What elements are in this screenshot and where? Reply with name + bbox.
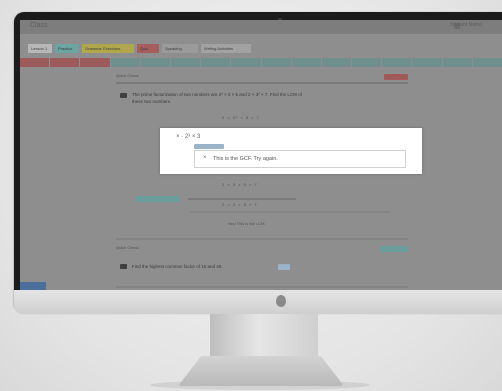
progress-segment[interactable] — [291, 58, 321, 67]
check-answer-button[interactable] — [136, 196, 180, 202]
tab-grammar[interactable]: Grammar Exercises — [82, 44, 134, 53]
progress-segment[interactable] — [80, 58, 110, 67]
divider — [116, 238, 408, 240]
app-title: Class — [30, 22, 48, 29]
progress-segment[interactable] — [201, 58, 231, 67]
tab-lesson[interactable]: Lesson 1 — [28, 44, 52, 53]
tab-writing[interactable]: Writing Activities — [201, 44, 251, 53]
tab-quiz[interactable]: Quiz — [137, 44, 159, 53]
tab-speaking[interactable]: Speaking — [162, 44, 198, 53]
apple-logo-icon — [276, 295, 286, 307]
progress-segment[interactable] — [20, 58, 50, 67]
feedback-message: This is the GCF. Try again. — [213, 156, 278, 162]
answer-badge — [194, 144, 224, 149]
progress-segment[interactable] — [50, 58, 80, 67]
person-icon — [120, 93, 127, 98]
progress-segment[interactable] — [140, 58, 170, 67]
footer-button[interactable] — [20, 282, 46, 290]
question2-text: Find the highest common factor of 15 and… — [132, 264, 223, 269]
question-text: The prime factorization of two numbers a… — [132, 92, 302, 104]
feedback-box: × This is the GCF. Try again. — [194, 150, 406, 168]
correct-feedback: Yes! This is the LCM. — [228, 221, 266, 226]
progress-track — [20, 58, 502, 67]
monitor-stand-foot — [178, 356, 344, 386]
divider — [190, 211, 390, 213]
answer-option-b[interactable]: 2 × 3 × 5 × 7 — [222, 182, 258, 187]
answer-option-c[interactable]: 2 × 3 × 5 × 7 — [222, 202, 258, 207]
flag-badge[interactable] — [384, 74, 408, 80]
person-icon — [120, 264, 127, 269]
progress-segment[interactable] — [261, 58, 291, 67]
question-label: Quick Check — [116, 73, 139, 78]
progress-segment[interactable] — [442, 58, 472, 67]
progress-segment[interactable] — [231, 58, 261, 67]
answer-option-a[interactable]: 2 × 3² × 5 × 7 — [222, 115, 260, 120]
app-topbar: Class Student Name — [20, 20, 502, 34]
monitor-chin — [14, 290, 502, 314]
progress-segment[interactable] — [110, 58, 140, 67]
feedback-modal: × · 2³ × 3 × This is the GCF. Try again. — [160, 128, 422, 174]
progress-segment[interactable] — [382, 58, 412, 67]
progress-segment[interactable] — [412, 58, 442, 67]
progress-segment[interactable] — [321, 58, 352, 67]
progress-segment[interactable] — [472, 58, 502, 67]
question-label: Quick Check — [116, 245, 139, 250]
submit-button[interactable] — [380, 246, 408, 252]
modal-header: × · 2³ × 3 — [176, 134, 201, 140]
progress-segment[interactable] — [352, 58, 382, 67]
progress-segment[interactable] — [170, 58, 201, 67]
screen: Class Student Name Lesson 1 Practice Gra… — [20, 20, 502, 290]
user-menu[interactable]: Student Name — [450, 22, 482, 28]
close-icon[interactable]: × — [203, 155, 207, 161]
monitor-stand-neck — [210, 314, 318, 360]
answer-input[interactable] — [278, 264, 290, 270]
tab-bar: Lesson 1 Practice Grammar Exercises Quiz… — [20, 44, 502, 54]
tab-practice[interactable]: Practice — [55, 44, 79, 53]
divider — [116, 82, 408, 84]
divider — [116, 286, 408, 288]
divider — [188, 198, 296, 200]
